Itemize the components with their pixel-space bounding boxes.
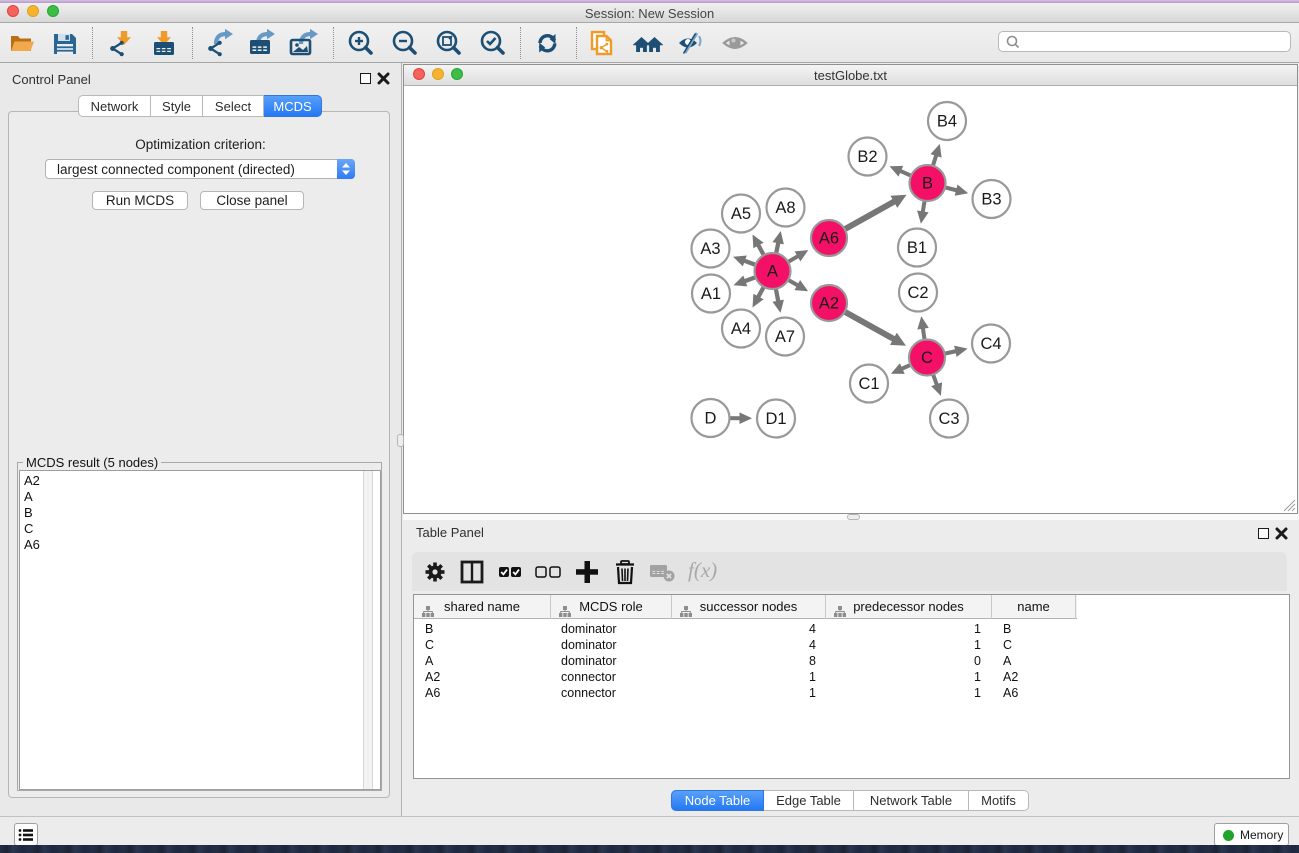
svg-text:B2: B2 xyxy=(857,148,877,166)
svg-text:B: B xyxy=(922,175,933,193)
svg-text:D: D xyxy=(705,410,717,428)
svg-text:C4: C4 xyxy=(980,335,1001,353)
svg-text:C: C xyxy=(921,349,933,367)
svg-text:A5: A5 xyxy=(731,205,751,223)
svg-text:C3: C3 xyxy=(938,410,959,428)
svg-text:A3: A3 xyxy=(700,240,720,258)
svg-text:D1: D1 xyxy=(765,410,786,428)
svg-text:A1: A1 xyxy=(701,285,721,303)
svg-text:A7: A7 xyxy=(775,328,795,346)
svg-text:A: A xyxy=(767,263,778,281)
svg-text:B4: B4 xyxy=(937,113,957,131)
svg-text:B1: B1 xyxy=(907,239,927,257)
svg-text:A2: A2 xyxy=(819,295,839,313)
svg-text:A6: A6 xyxy=(819,230,839,248)
svg-text:A4: A4 xyxy=(731,320,751,338)
svg-text:A8: A8 xyxy=(775,199,795,217)
svg-text:C2: C2 xyxy=(907,284,928,302)
svg-text:C1: C1 xyxy=(858,375,879,393)
svg-text:B3: B3 xyxy=(981,191,1001,209)
